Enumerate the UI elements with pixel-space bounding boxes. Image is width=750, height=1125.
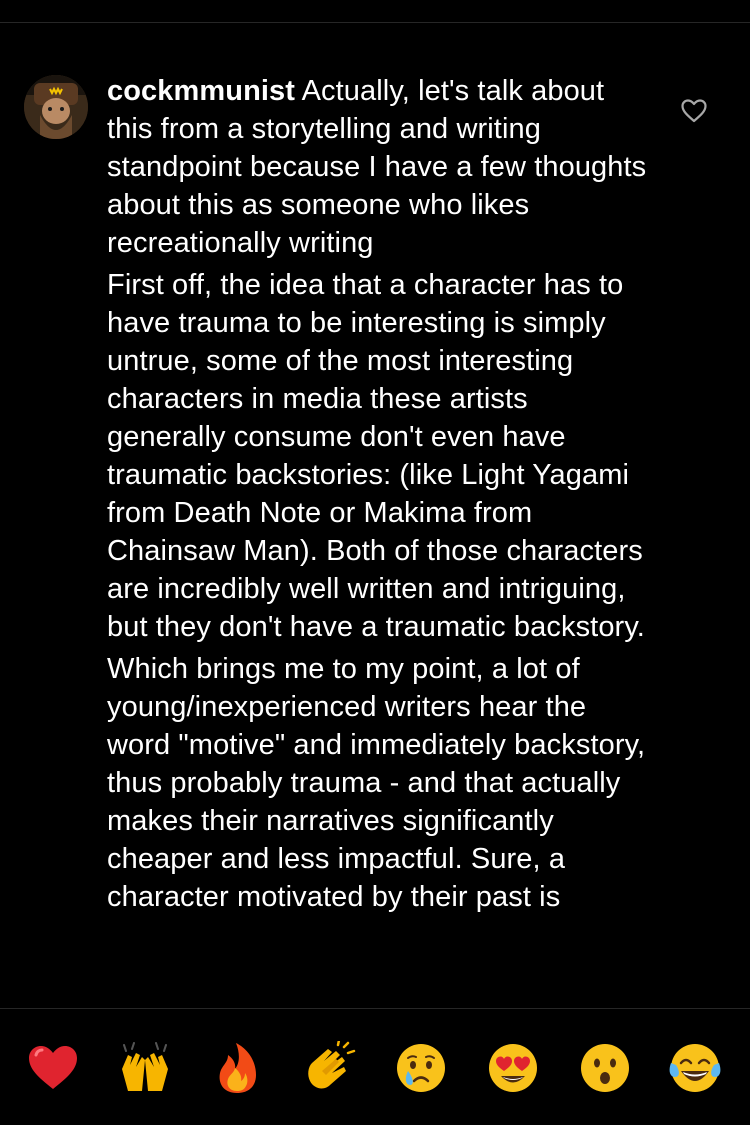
surprised-face-emoji[interactable] xyxy=(578,1041,632,1095)
heart-eyes-emoji[interactable] xyxy=(486,1041,540,1095)
emoji-row xyxy=(0,1008,750,1125)
top-divider xyxy=(0,22,750,23)
fire-emoji[interactable] xyxy=(210,1041,264,1095)
comment-paragraph-intro: cockmmunist Actually, let's talk about t… xyxy=(107,72,647,262)
reaction-bar xyxy=(0,1008,750,1125)
red-heart-emoji[interactable] xyxy=(26,1041,80,1095)
crying-face-emoji[interactable] xyxy=(394,1041,448,1095)
comment-paragraph-2: First off, the idea that a character has… xyxy=(107,269,645,643)
heart-outline-icon[interactable] xyxy=(681,99,707,123)
comment-username[interactable]: cockmmunist xyxy=(107,75,295,107)
comment-paragraph-3: Which brings me to my point, a lot of yo… xyxy=(107,653,646,913)
clapping-hands-emoji[interactable] xyxy=(302,1041,356,1095)
comment-text: cockmmunist Actually, let's talk about t… xyxy=(107,72,647,920)
user-avatar[interactable] xyxy=(24,75,88,139)
raising-hands-emoji[interactable] xyxy=(118,1041,172,1095)
tears-of-joy-emoji[interactable] xyxy=(668,1041,722,1095)
